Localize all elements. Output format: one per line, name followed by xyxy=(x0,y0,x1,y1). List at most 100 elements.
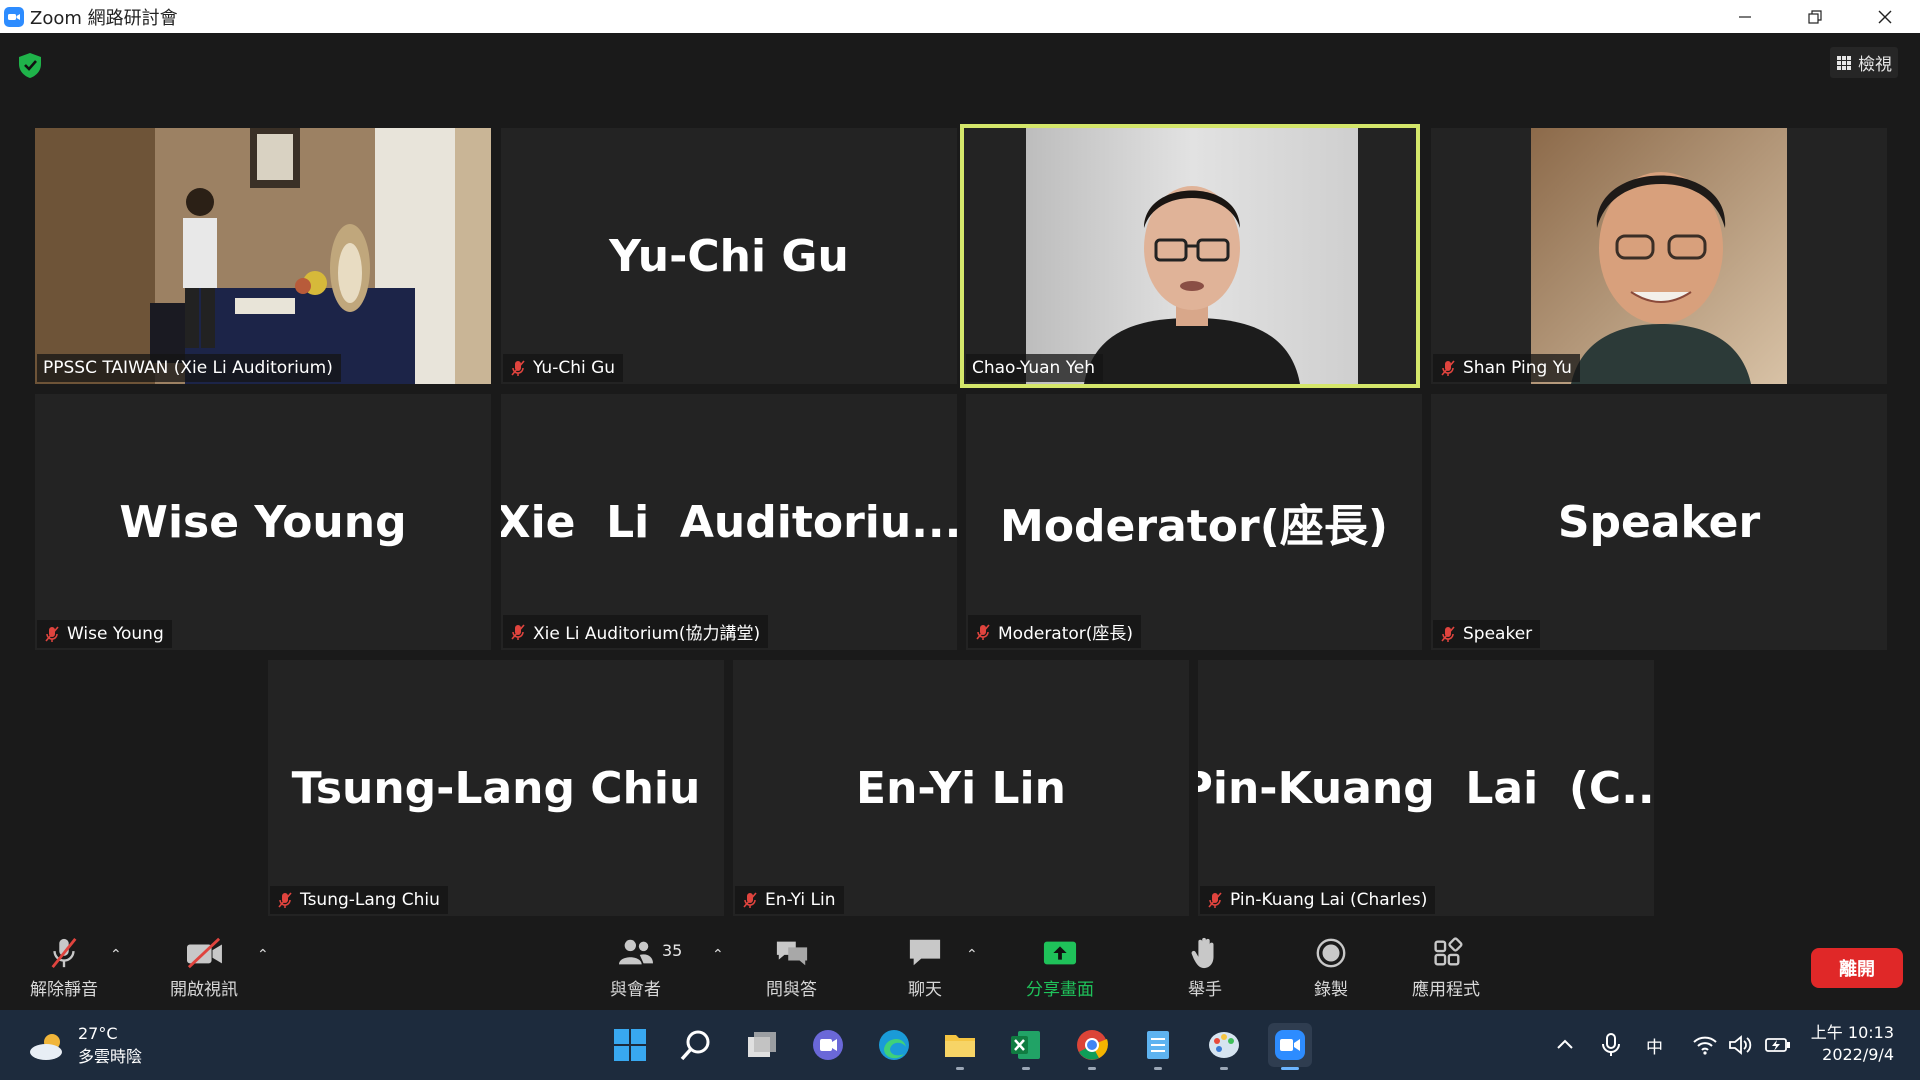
muted-mic-icon xyxy=(1208,892,1222,908)
edge-icon xyxy=(879,1030,909,1060)
participant-label: Yu-Chi Gu xyxy=(503,354,624,382)
participant-label: Pin-Kuang Lai (Charles) xyxy=(1200,886,1436,914)
battery-tray[interactable] xyxy=(1764,1010,1792,1080)
audio-options-caret[interactable]: ⌃ xyxy=(110,947,122,963)
participant-photo xyxy=(1431,128,1887,384)
running-indicator xyxy=(1088,1067,1096,1070)
participant-label: Wise Young xyxy=(37,620,172,648)
muted-mic-icon xyxy=(511,360,525,376)
raise-hand-button[interactable]: 舉手 xyxy=(1185,935,1225,1000)
meeting-area: 檢視 PPSSC TAIWAN (Xie Li Auditorium) Yu-C… xyxy=(0,33,1920,1010)
muted-mic-icon xyxy=(1441,360,1455,376)
chat-icon xyxy=(909,939,941,966)
file-explorer-button[interactable] xyxy=(938,1023,982,1070)
wifi-tray[interactable] xyxy=(1692,1010,1718,1080)
participant-tile-wise-young[interactable]: Wise Young Wise Young xyxy=(35,394,491,650)
running-indicator xyxy=(956,1067,964,1070)
video-tile-chao-yuan-yeh[interactable]: Chao-Yuan Yeh xyxy=(960,124,1420,388)
teams-chat-button[interactable] xyxy=(806,1023,850,1067)
weather-temperature: 27°C xyxy=(78,1024,118,1043)
participants-count: 35 xyxy=(662,941,683,960)
participant-tile-speaker[interactable]: Speaker Speaker xyxy=(1431,394,1887,650)
volume-tray[interactable] xyxy=(1728,1010,1754,1080)
search-button[interactable] xyxy=(674,1023,718,1067)
participant-tile-tsung-lang-chiu[interactable]: Tsung-Lang Chiu Tsung-Lang Chiu xyxy=(268,660,724,916)
participant-label: PPSSC TAIWAN (Xie Li Auditorium) xyxy=(37,354,341,382)
participant-label: En-Yi Lin xyxy=(735,886,844,914)
running-indicator xyxy=(1022,1067,1030,1070)
participants-icon xyxy=(618,939,653,965)
participant-display-name: En-Yi Lin xyxy=(856,762,1066,814)
qa-button[interactable]: 問與答 xyxy=(766,935,817,1000)
participant-tile-moderator[interactable]: Moderator(座長) Moderator(座長) xyxy=(966,394,1422,650)
minimize-button[interactable] xyxy=(1710,0,1780,33)
excel-icon xyxy=(1011,1031,1040,1059)
restore-button[interactable] xyxy=(1780,0,1850,33)
close-button[interactable] xyxy=(1850,0,1920,33)
microphone-icon xyxy=(1602,1033,1620,1056)
minimize-icon xyxy=(1739,15,1751,18)
paint-button[interactable] xyxy=(1202,1023,1246,1070)
clock-date: 2022/9/4 xyxy=(1822,1045,1894,1064)
share-screen-button[interactable]: 分享畫面 xyxy=(1026,935,1094,1000)
active-indicator xyxy=(1281,1067,1299,1070)
microphone-tray[interactable] xyxy=(1600,1010,1622,1080)
security-shield-icon[interactable] xyxy=(17,51,43,79)
restore-icon xyxy=(1808,9,1822,24)
muted-mic-icon xyxy=(743,892,757,908)
participant-display-name: Moderator(座長) xyxy=(1000,501,1388,552)
video-tile-shan-ping-yu[interactable]: Shan Ping Yu xyxy=(1431,128,1887,384)
participant-tile-pin-kuang-lai[interactable]: Pin-Kuang Lai (C... Pin-Kuang Lai (Charl… xyxy=(1198,660,1654,916)
participant-label: Shan Ping Yu xyxy=(1433,354,1580,382)
close-icon xyxy=(1878,10,1892,23)
folder-icon xyxy=(945,1035,975,1057)
record-icon xyxy=(1316,938,1346,968)
window-title: Zoom 網路研討會 xyxy=(30,7,178,29)
teams-chat-icon xyxy=(813,1030,843,1060)
edge-browser-button[interactable] xyxy=(872,1023,916,1067)
paint-icon xyxy=(1209,1032,1239,1058)
video-options-caret[interactable]: ⌃ xyxy=(257,947,269,963)
excel-button[interactable] xyxy=(1004,1023,1048,1070)
system-clock[interactable]: 上午 10:13 2022/9/4 xyxy=(1811,1022,1894,1066)
zoom-taskbar-button[interactable] xyxy=(1268,1023,1312,1070)
participant-display-name: Wise Young xyxy=(119,496,407,548)
video-tile-ppssc[interactable]: PPSSC TAIWAN (Xie Li Auditorium) xyxy=(35,128,491,384)
chrome-icon xyxy=(1077,1030,1108,1060)
apps-button[interactable]: 應用程式 xyxy=(1412,935,1480,1000)
video-off-icon xyxy=(187,937,222,969)
leave-button[interactable]: 離開 xyxy=(1811,948,1903,988)
participant-label: Xie Li Auditorium(協力講堂) xyxy=(503,615,769,648)
start-button[interactable] xyxy=(608,1023,652,1067)
share-screen-icon xyxy=(1043,941,1077,965)
record-button[interactable]: 錄製 xyxy=(1311,935,1351,1000)
participants-options-caret[interactable]: ⌃ xyxy=(712,947,724,963)
participant-label: Moderator(座長) xyxy=(968,615,1142,648)
auditorium-video xyxy=(35,128,491,384)
meeting-toolbar: 解除靜音 ⌃ 開啟視訊 ⌃ 與會者 35 ⌃ 問與答 聊天 ⌃ 分享畫面 舉手 … xyxy=(0,923,1920,1010)
participant-tile-en-yi-lin[interactable]: En-Yi Lin En-Yi Lin xyxy=(733,660,1189,916)
participants-button[interactable]: 與會者 xyxy=(610,935,661,1000)
weather-widget[interactable]: 27°C 多雲時陰 xyxy=(28,1024,142,1067)
ime-indicator[interactable]: 中 xyxy=(1646,1010,1663,1080)
participant-label: Tsung-Lang Chiu xyxy=(270,886,448,914)
muted-mic-icon xyxy=(51,937,77,969)
participant-tile-yu-chi-gu[interactable]: Yu-Chi Gu Yu-Chi Gu xyxy=(501,128,957,384)
notepad-button[interactable] xyxy=(1136,1023,1180,1070)
battery-charging-icon xyxy=(1765,1038,1790,1052)
view-label: 檢視 xyxy=(1858,55,1892,75)
chrome-button[interactable] xyxy=(1070,1023,1114,1070)
participant-display-name: Tsung-Lang Chiu xyxy=(291,762,701,814)
chat-options-caret[interactable]: ⌃ xyxy=(966,947,978,963)
participant-label: Speaker xyxy=(1433,620,1541,648)
unmute-button[interactable]: 解除靜音 xyxy=(30,935,98,1000)
chat-button[interactable]: 聊天 xyxy=(905,935,945,1000)
task-view-button[interactable] xyxy=(740,1023,784,1067)
start-video-button[interactable]: 開啟視訊 xyxy=(170,935,238,1000)
view-button[interactable]: 檢視 xyxy=(1830,47,1898,78)
participant-tile-xie-li-auditorium[interactable]: Xie Li Auditoriu... Xie Li Auditorium(協力… xyxy=(501,394,957,650)
participant-label: Chao-Yuan Yeh xyxy=(966,354,1104,382)
running-indicator xyxy=(1220,1067,1228,1070)
show-hidden-icons[interactable] xyxy=(1554,1010,1576,1080)
raise-hand-icon xyxy=(1191,937,1214,969)
